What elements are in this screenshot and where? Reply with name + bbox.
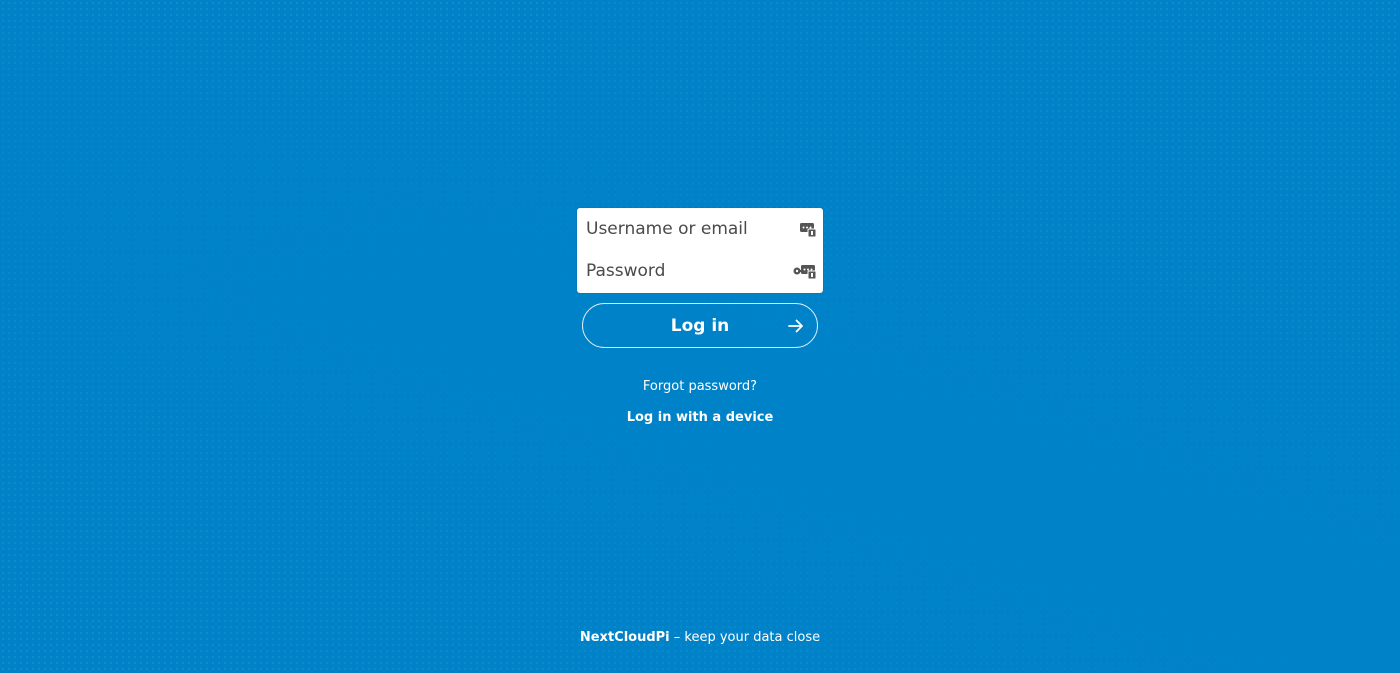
- arrow-right-icon: [787, 317, 805, 335]
- footer: NextCloudPi – keep your data close: [0, 630, 1400, 645]
- login-button[interactable]: Log in: [582, 303, 818, 348]
- password-manager-icon[interactable]: [799, 221, 817, 238]
- key-password-manager-icon[interactable]: [793, 263, 817, 280]
- username-field-group: [577, 208, 823, 250]
- forgot-password-link[interactable]: Forgot password?: [577, 379, 823, 394]
- password-field-group: [577, 250, 823, 292]
- password-input[interactable]: [577, 250, 777, 292]
- login-form: Log in Forgot password? Log in with a de…: [577, 208, 823, 425]
- background-pattern-left: [0, 0, 560, 340]
- footer-brand[interactable]: NextCloudPi: [580, 630, 670, 645]
- login-fields-box: [577, 208, 823, 293]
- device-login-link[interactable]: Log in with a device: [577, 410, 823, 425]
- footer-tagline: – keep your data close: [669, 630, 821, 645]
- login-button-label: Log in: [670, 316, 730, 336]
- username-input[interactable]: [577, 208, 777, 250]
